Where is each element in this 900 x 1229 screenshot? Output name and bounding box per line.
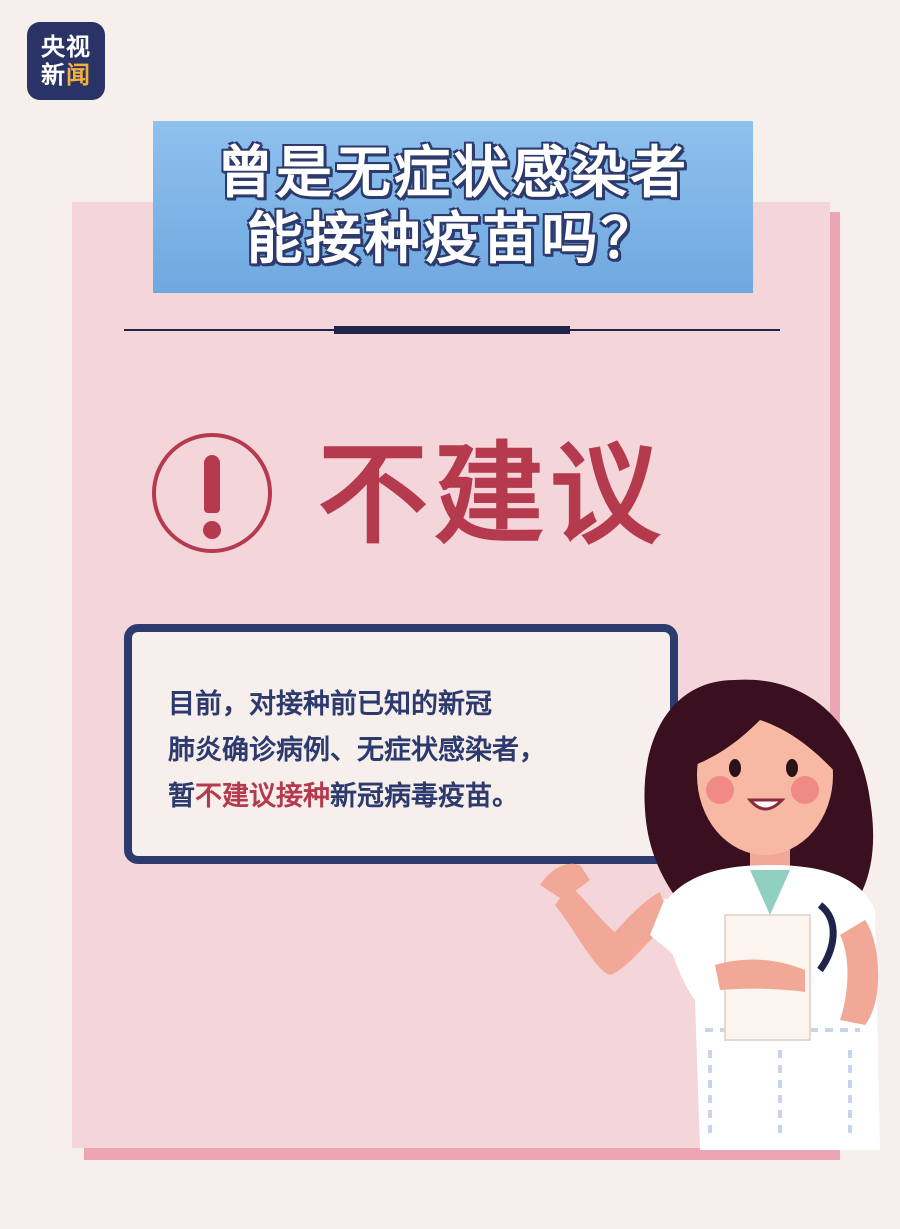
info-emphasis: 不建议接种 <box>195 781 330 812</box>
headline-not-recommended: 不建议 <box>318 431 666 559</box>
exclamation-circle-icon <box>152 433 272 553</box>
nurse-illustration <box>540 679 880 1150</box>
title-line-2: 能接种疫苗吗？ <box>246 207 660 272</box>
title-banner: 曾是无症状感染者 能接种疫苗吗？ <box>153 121 753 293</box>
cctv-news-logo: 央视 新闻 <box>27 22 105 100</box>
divider-accent <box>334 326 570 334</box>
title-line-1: 曾是无症状感染者 <box>217 141 689 206</box>
logo-line-2: 新闻 <box>41 61 91 89</box>
logo-line-1: 央视 <box>41 33 91 61</box>
